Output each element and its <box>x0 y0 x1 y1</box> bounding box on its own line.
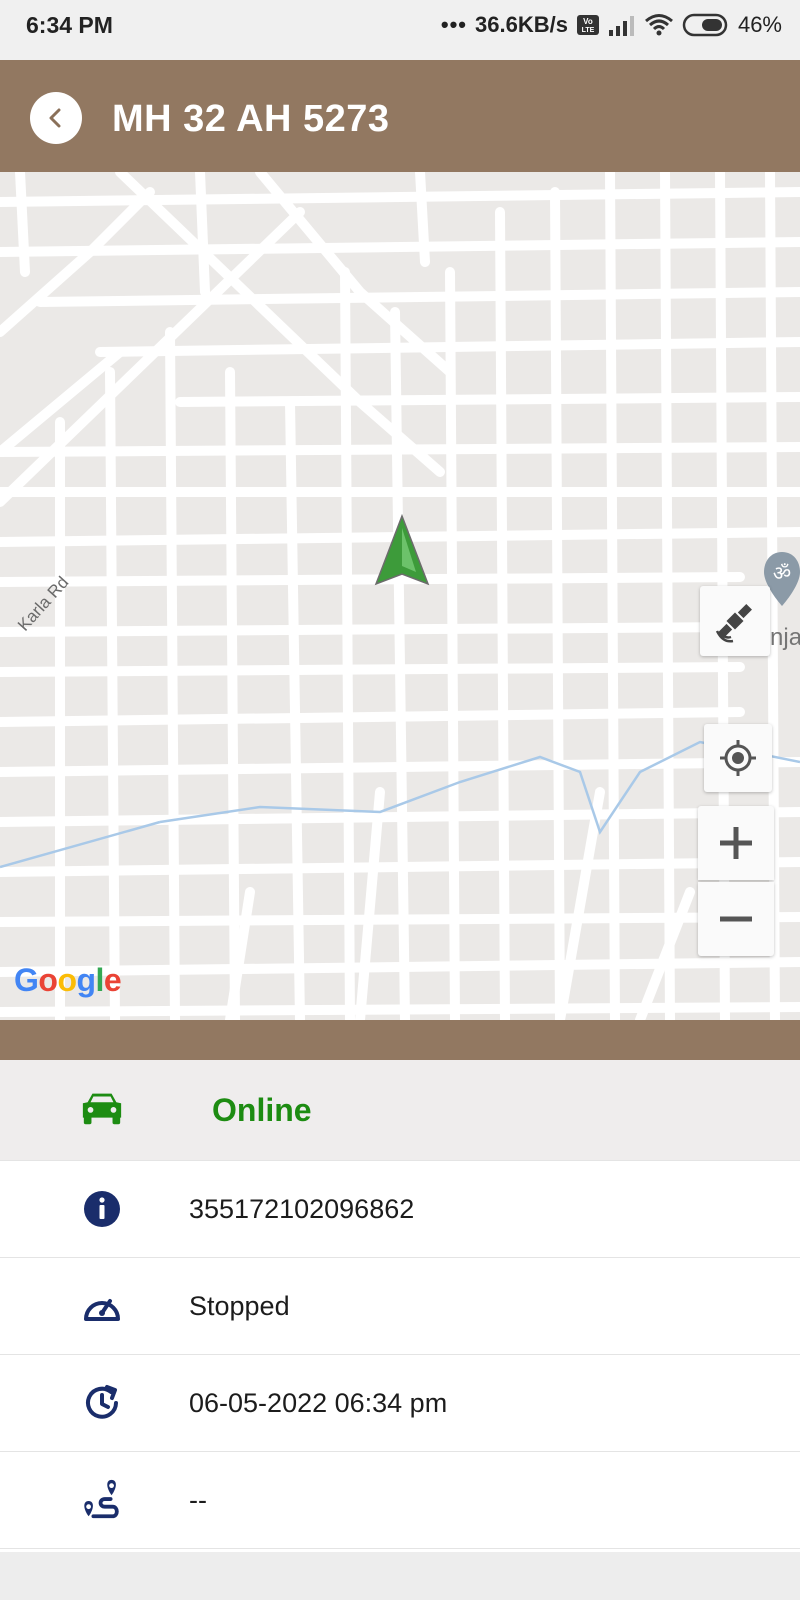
zoom-in-icon <box>720 827 752 859</box>
battery-level: 46% <box>737 12 782 37</box>
volte-icon: Vo LTE <box>576 15 599 35</box>
status-row: Online <box>0 1060 800 1161</box>
vehicle-title: MH 32 AH 5273 <box>112 98 390 140</box>
status-bar: 6:34 PM ••• 36.6KB/s Vo LTE 46% <box>0 0 800 60</box>
motion-text: Stopped <box>189 1290 290 1321</box>
speedometer-icon-wrap <box>80 1284 124 1328</box>
car-icon <box>82 1093 122 1125</box>
vehicle-info-card: Online 355172102096862 Stopped 06-05-202… <box>0 1060 800 1552</box>
history-icon-wrap <box>80 1381 124 1425</box>
distance-text: -- <box>189 1484 207 1515</box>
car-icon-wrap <box>80 1086 124 1130</box>
network-speed: 36.6KB/s <box>475 12 568 37</box>
motion-row: Stopped <box>0 1258 800 1355</box>
last-update-text: 06-05-2022 06:34 pm <box>189 1387 448 1418</box>
route-icon-wrap <box>80 1478 124 1522</box>
status-text: Online <box>212 1091 312 1128</box>
route-icon <box>84 1479 119 1519</box>
back-button[interactable] <box>30 92 82 144</box>
my-location-button[interactable] <box>704 724 772 792</box>
last-update-row: 06-05-2022 06:34 pm <box>0 1355 800 1452</box>
status-time: 6:34 PM <box>26 12 113 38</box>
signal-icon <box>608 16 634 36</box>
clock-refresh-icon <box>86 1385 118 1419</box>
info-icon <box>84 1191 120 1227</box>
status-right: ••• 36.6KB/s Vo LTE 46% <box>441 12 782 38</box>
wifi-icon <box>644 14 673 36</box>
zoom-out-button[interactable] <box>698 882 774 956</box>
distance-row: -- <box>0 1452 800 1549</box>
zoom-out-icon <box>720 916 752 922</box>
my-location-icon <box>720 740 756 776</box>
info-icon-wrap <box>80 1187 124 1231</box>
back-icon <box>49 108 61 128</box>
map-view[interactable]: Karla Rd ॐ Anja Google <box>0 172 800 1020</box>
svg-text:Vo: Vo <box>583 17 593 26</box>
app-bar: MH 32 AH 5273 <box>0 60 800 172</box>
zoom-in-button[interactable] <box>698 806 774 880</box>
satellite-icon <box>715 604 752 643</box>
imei-row: 355172102096862 <box>0 1161 800 1258</box>
battery-icon <box>682 13 728 37</box>
svg-text:LTE: LTE <box>582 27 595 34</box>
svg-text:ॐ: ॐ <box>773 561 791 585</box>
dots-icon: ••• <box>440 12 467 37</box>
street-grid <box>0 172 800 1020</box>
satellite-toggle-button[interactable] <box>700 586 770 656</box>
imei-text: 355172102096862 <box>189 1193 415 1224</box>
vehicle-marker-icon[interactable] <box>370 512 434 592</box>
google-logo: Google <box>14 962 122 998</box>
speedometer-icon <box>84 1299 120 1321</box>
map-bottom-band <box>0 1020 800 1060</box>
